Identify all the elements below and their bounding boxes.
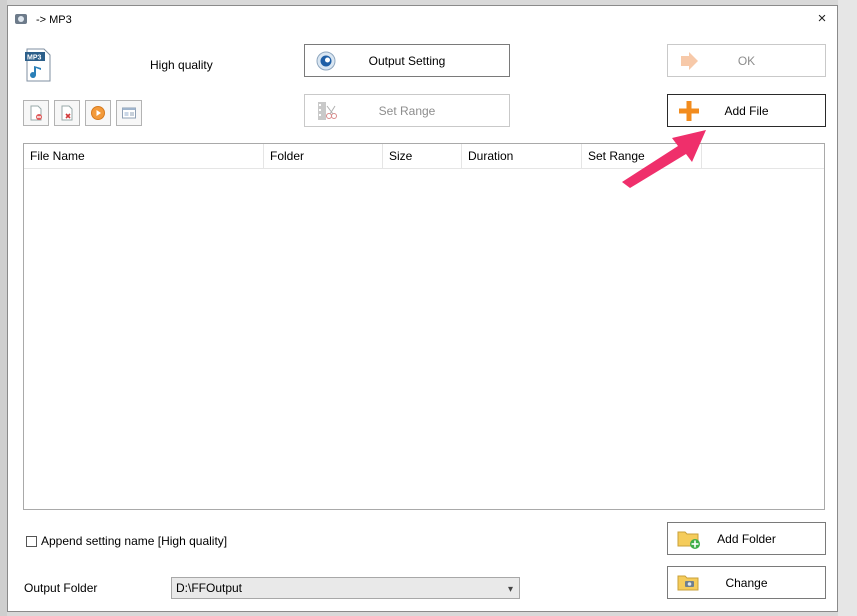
change-button[interactable]: Change	[667, 566, 826, 599]
column-header-file-name[interactable]: File Name	[24, 144, 264, 168]
column-header-duration[interactable]: Duration	[462, 144, 582, 168]
set-range-button[interactable]: Set Range	[304, 94, 510, 127]
output-setting-label: Output Setting	[368, 53, 446, 68]
chevron-down-icon: ▾	[507, 584, 513, 595]
plus-icon	[679, 100, 699, 121]
file-list-table[interactable]: File Name Folder Size Duration Set Range	[23, 143, 825, 510]
output-folder-value: D:\FFOutput	[176, 581, 243, 595]
append-setting-label: Append setting name [High quality]	[41, 534, 228, 548]
ok-arrow-icon	[681, 51, 698, 70]
background-window-right	[838, 0, 857, 616]
add-folder-button[interactable]: Add Folder	[667, 522, 826, 555]
column-header-folder[interactable]: Folder	[264, 144, 383, 168]
remove-file-button[interactable]	[23, 100, 49, 126]
play-button[interactable]	[85, 100, 111, 126]
output-setting-icon	[316, 51, 336, 70]
change-label: Change	[725, 575, 768, 590]
svg-text:MP3: MP3	[27, 55, 42, 62]
delete-button[interactable]	[54, 100, 80, 126]
add-folder-icon	[677, 531, 700, 549]
title-bar: -> MP3 ×	[8, 6, 837, 34]
folder-camera-icon	[677, 575, 699, 590]
ok-label: OK	[737, 53, 756, 68]
output-setting-button[interactable]: Output Setting	[304, 44, 510, 77]
delete-icon	[61, 105, 73, 121]
app-icon	[15, 14, 27, 24]
mp3-format-icon: MP3	[25, 48, 51, 82]
add-file-button[interactable]: Add File	[667, 94, 826, 127]
remove-file-icon	[30, 105, 42, 121]
close-button[interactable]: ×	[813, 10, 831, 28]
scissors-film-icon	[318, 101, 337, 120]
annotation-arrow-icon	[622, 130, 706, 188]
append-setting-row[interactable]: Append setting name [High quality]	[26, 534, 227, 548]
media-info-button[interactable]	[116, 100, 142, 126]
set-range-label: Set Range	[378, 103, 436, 118]
column-header-size[interactable]: Size	[383, 144, 462, 168]
add-folder-label: Add Folder	[717, 531, 776, 546]
play-icon	[91, 106, 105, 120]
background-window-left	[0, 0, 7, 616]
ok-button[interactable]: OK	[667, 44, 826, 77]
media-info-icon	[122, 107, 136, 119]
output-folder-label: Output Folder	[24, 581, 98, 595]
mp3-conversion-dialog: -> MP3 × MP3 High quality Output Setting…	[7, 5, 838, 612]
window-title: -> MP3	[36, 14, 72, 26]
output-folder-select[interactable]: D:\FFOutput ▾	[171, 577, 520, 599]
add-file-label: Add File	[724, 103, 769, 118]
append-setting-checkbox[interactable]	[26, 535, 37, 547]
quality-label: High quality	[150, 58, 213, 72]
